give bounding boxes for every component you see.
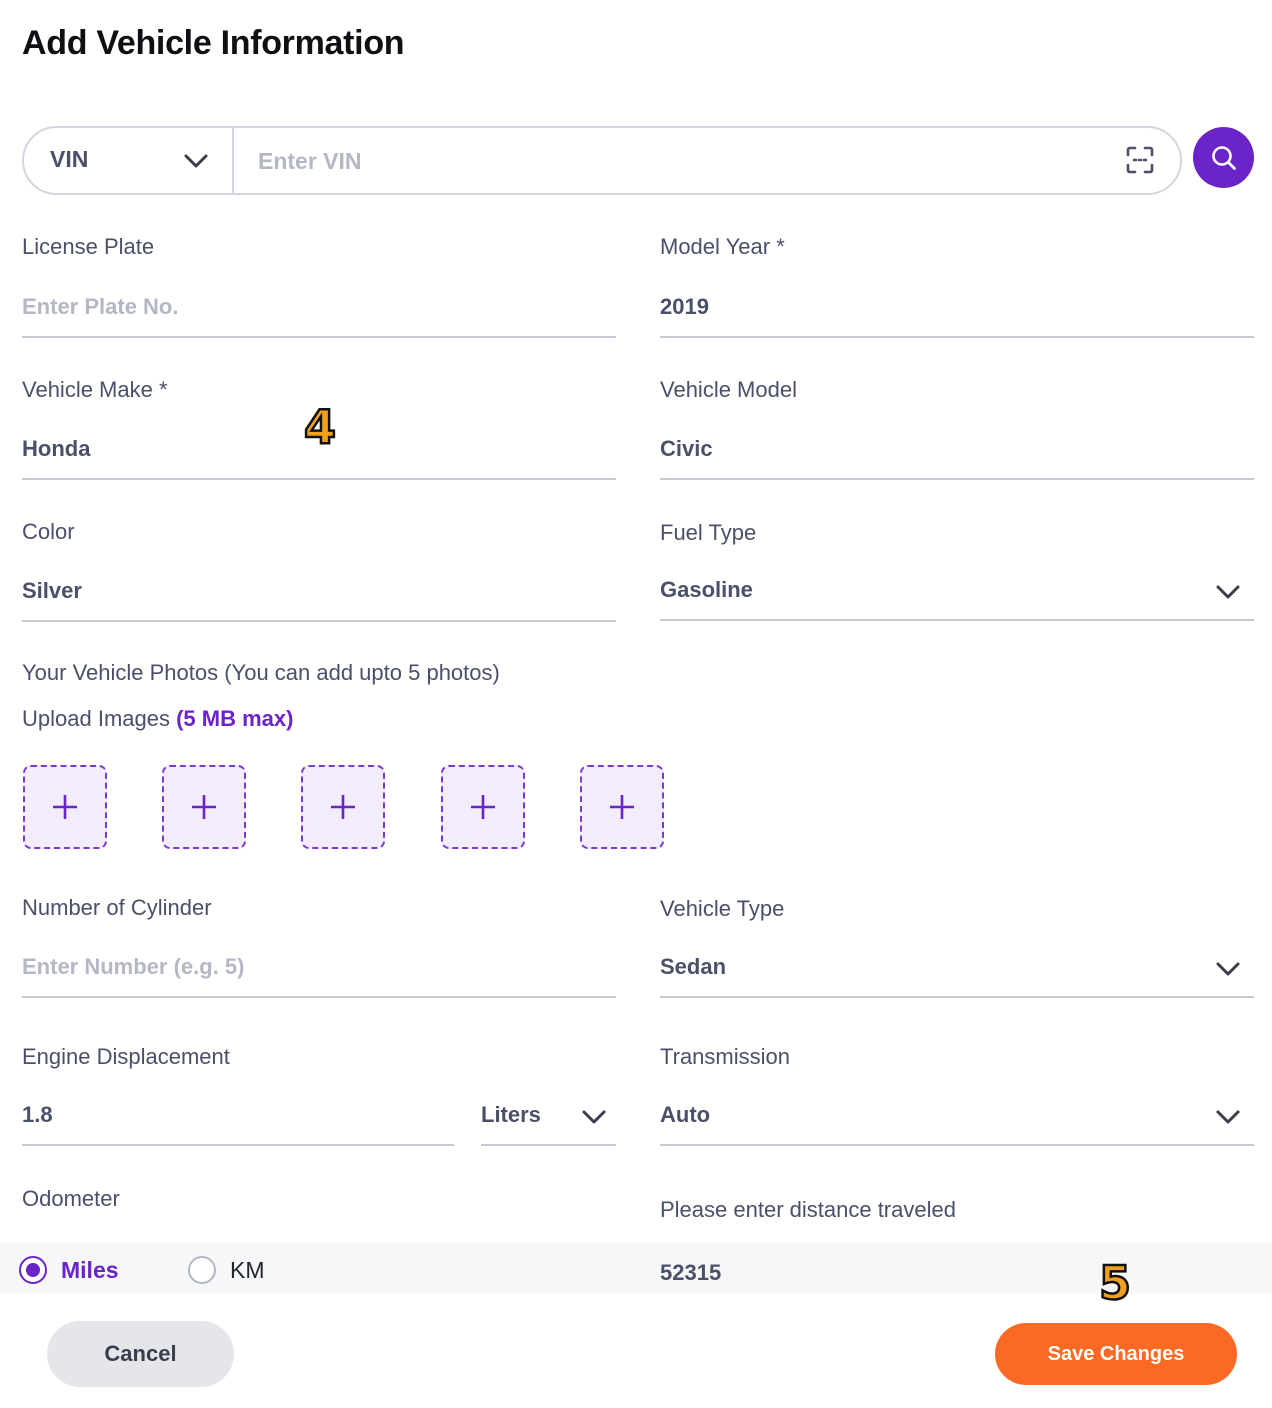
plus-icon (192, 795, 216, 819)
transmission-select[interactable]: Auto (660, 1092, 1254, 1146)
vehicle-make-value: Honda (22, 436, 91, 461)
vehicle-type-select[interactable]: Sedan (660, 944, 1254, 998)
plus-icon (331, 795, 355, 819)
license-plate-input[interactable]: Enter Plate No. (22, 284, 616, 338)
fuel-type-select[interactable]: Gasoline (660, 567, 1254, 621)
odometer-option-km[interactable]: KM (188, 1254, 265, 1286)
model-year-input[interactable]: 2019 (660, 284, 1254, 338)
cylinders-placeholder: Enter Number (e.g. 5) (22, 954, 245, 979)
chevron-down-icon (184, 154, 208, 168)
vin-type-label: VIN (50, 146, 89, 172)
cylinders-label: Number of Cylinder (22, 895, 212, 920)
vin-search-button[interactable] (1193, 127, 1254, 188)
fuel-type-value: Gasoline (660, 577, 753, 602)
chevron-down-icon (582, 1110, 606, 1124)
vehicle-make-label: Vehicle Make * (22, 377, 168, 402)
upload-images-label: Upload Images (5 MB max) (22, 706, 293, 732)
displacement-unit-select[interactable]: Liters (481, 1092, 616, 1146)
chevron-down-icon (1216, 1110, 1240, 1124)
chevron-down-icon (1216, 962, 1240, 976)
vehicle-type-label: Vehicle Type (660, 896, 785, 921)
vehicle-model-input[interactable]: Civic (660, 426, 1254, 480)
step-marker-5: 5 (1098, 1255, 1133, 1312)
photo-upload-slot[interactable] (301, 765, 385, 849)
photo-upload-slot[interactable] (580, 765, 664, 849)
photo-upload-slot[interactable] (23, 765, 107, 849)
photo-upload-slot[interactable] (162, 765, 246, 849)
distance-traveled-label: Please enter distance traveled (660, 1197, 956, 1222)
displacement-unit-value: Liters (481, 1102, 541, 1127)
engine-displacement-value: 1.8 (22, 1102, 53, 1127)
odometer-option-label: KM (230, 1256, 265, 1283)
photo-upload-slot[interactable] (441, 765, 525, 849)
cylinders-input[interactable]: Enter Number (e.g. 5) (22, 944, 616, 998)
color-input[interactable]: Silver (22, 568, 616, 622)
distance-traveled-input[interactable]: 52315 (660, 1260, 721, 1286)
save-changes-button[interactable]: Save Changes (995, 1323, 1237, 1385)
scan-icon[interactable] (1126, 146, 1154, 174)
vin-input[interactable] (258, 138, 1118, 184)
engine-displacement-label: Engine Displacement (22, 1044, 230, 1069)
plus-icon (610, 795, 634, 819)
page-title: Add Vehicle Information (22, 24, 405, 62)
search-icon (1211, 145, 1236, 170)
vin-search-bar: VIN (22, 126, 1182, 195)
vehicle-type-value: Sedan (660, 954, 727, 979)
odometer-option-label: Miles (61, 1256, 119, 1283)
step-marker-4: 4 (303, 399, 338, 456)
radio-checked-icon (19, 1256, 47, 1284)
engine-displacement-input[interactable]: 1.8 (22, 1092, 454, 1146)
vehicle-photos-label: Your Vehicle Photos (You can add upto 5 … (22, 660, 500, 685)
vin-type-select[interactable]: VIN (24, 128, 234, 193)
transmission-label: Transmission (660, 1044, 790, 1069)
radio-unchecked-icon (188, 1256, 216, 1284)
odometer-option-miles[interactable]: Miles (19, 1254, 119, 1286)
transmission-value: Auto (660, 1102, 711, 1127)
upload-max-size: (5 MB max) (176, 706, 294, 731)
chevron-down-icon (1216, 585, 1240, 599)
odometer-label: Odometer (22, 1186, 120, 1211)
cancel-button[interactable]: Cancel (47, 1321, 234, 1387)
plus-icon (53, 795, 77, 819)
model-year-label: Model Year * (660, 234, 785, 259)
color-label: Color (22, 519, 75, 544)
license-plate-label: License Plate (22, 234, 155, 259)
upload-images-text: Upload Images (22, 706, 170, 731)
fuel-type-label: Fuel Type (660, 520, 757, 545)
vehicle-model-label: Vehicle Model (660, 377, 797, 402)
model-year-value: 2019 (660, 294, 709, 319)
license-plate-placeholder: Enter Plate No. (22, 294, 179, 319)
color-value: Silver (22, 578, 82, 603)
vehicle-model-value: Civic (660, 436, 713, 461)
plus-icon (471, 795, 495, 819)
